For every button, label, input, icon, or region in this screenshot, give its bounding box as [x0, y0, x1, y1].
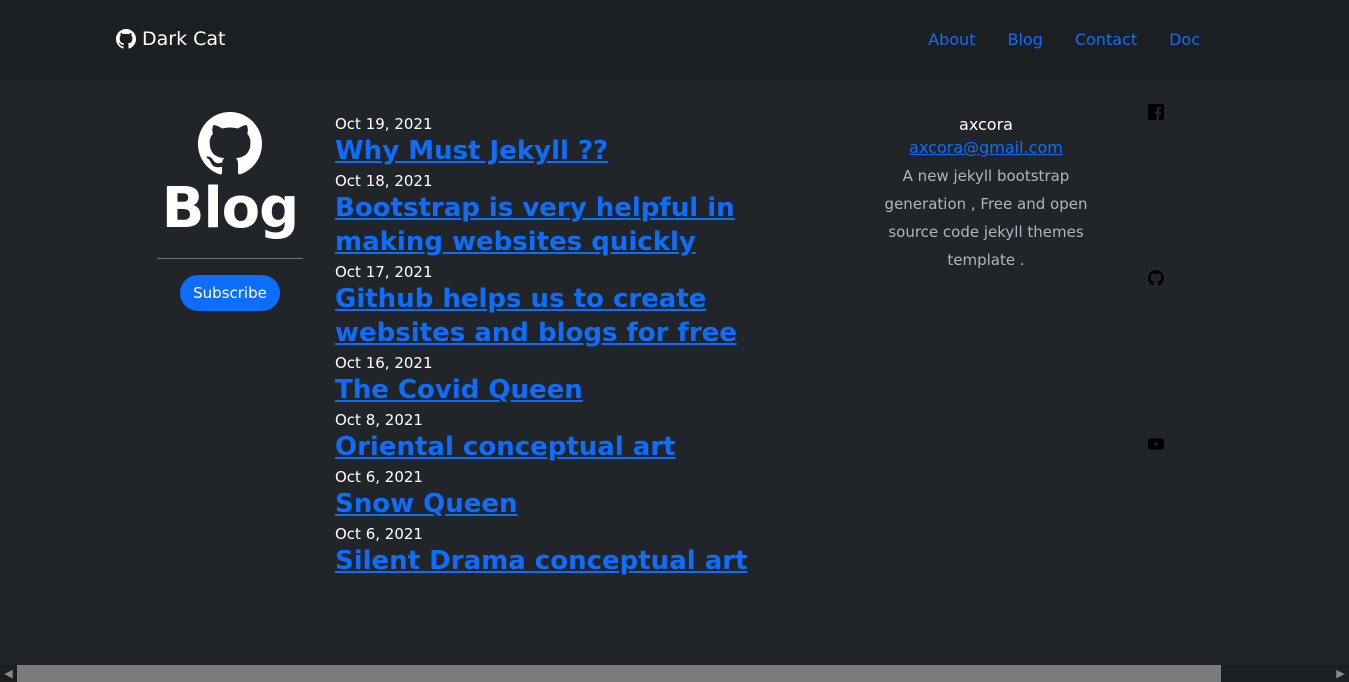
post-title-link[interactable]: The Covid Queen [335, 373, 845, 407]
post-date: Oct 6, 2021 [335, 525, 423, 543]
post-title-link[interactable]: Oriental conceptual art [335, 430, 845, 464]
nav-link-contact[interactable]: Contact [1075, 30, 1137, 50]
post-date: Oct 16, 2021 [335, 354, 433, 372]
about-widget: axcora axcora@gmail.com A new jekyll boo… [870, 114, 1102, 274]
youtube-icon [1148, 438, 1164, 450]
subscribe-button[interactable]: Subscribe [180, 275, 280, 311]
list-item: Oct 8, 2021 Oriental conceptual art [335, 410, 845, 464]
post-date: Oct 19, 2021 [335, 115, 433, 133]
scroll-left-icon[interactable]: ◀ [0, 665, 17, 682]
list-item: Oct 19, 2021 Why Must Jekyll ?? [335, 114, 845, 168]
list-item: Oct 17, 2021 Github helps us to create w… [335, 262, 845, 350]
nav-links: About Blog Contact Doc [928, 30, 1200, 50]
author-name: axcora [959, 115, 1013, 134]
navbar: Dark Cat About Blog Contact Doc [0, 0, 1349, 80]
scroll-right-icon[interactable]: ▶ [1332, 665, 1349, 682]
post-title-link[interactable]: Silent Drama conceptual art [335, 544, 845, 578]
brand-name: Dark Cat [142, 28, 226, 50]
post-title-link[interactable]: Bootstrap is very helpful in making webs… [335, 191, 845, 259]
about-description: A new jekyll bootstrap generation , Free… [884, 167, 1088, 269]
nav-link-doc[interactable]: Doc [1169, 30, 1200, 50]
post-date: Oct 8, 2021 [335, 411, 423, 429]
blog-sidebar: Blog Subscribe [157, 112, 303, 311]
post-title-link[interactable]: Github helps us to create websites and b… [335, 282, 845, 350]
post-date: Oct 6, 2021 [335, 468, 423, 486]
github-icon [116, 29, 136, 49]
email-link[interactable]: axcora@gmail.com [909, 138, 1063, 157]
facebook-icon [1148, 104, 1164, 120]
horizontal-scrollbar[interactable]: ◀ ▶ [0, 665, 1349, 682]
page-title: Blog [161, 176, 299, 241]
github-icon [1148, 270, 1164, 286]
list-item: Oct 6, 2021 Silent Drama conceptual art [335, 524, 845, 578]
post-date: Oct 18, 2021 [335, 172, 433, 190]
facebook-link[interactable] [1148, 104, 1164, 120]
nav-link-about[interactable]: About [928, 30, 975, 50]
post-title-link[interactable]: Snow Queen [335, 487, 845, 521]
brand-link[interactable]: Dark Cat [116, 28, 226, 50]
scrollbar-thumb[interactable] [17, 665, 1221, 682]
list-item: Oct 16, 2021 The Covid Queen [335, 353, 845, 407]
divider [157, 258, 303, 259]
youtube-link[interactable] [1148, 436, 1164, 452]
github-link[interactable] [1148, 270, 1164, 286]
post-list: Oct 19, 2021 Why Must Jekyll ?? Oct 18, … [335, 114, 845, 581]
post-date: Oct 17, 2021 [335, 263, 433, 281]
github-logo-icon [198, 112, 262, 175]
nav-link-blog[interactable]: Blog [1007, 30, 1042, 50]
list-item: Oct 18, 2021 Bootstrap is very helpful i… [335, 171, 845, 259]
post-title-link[interactable]: Why Must Jekyll ?? [335, 134, 845, 168]
list-item: Oct 6, 2021 Snow Queen [335, 467, 845, 521]
